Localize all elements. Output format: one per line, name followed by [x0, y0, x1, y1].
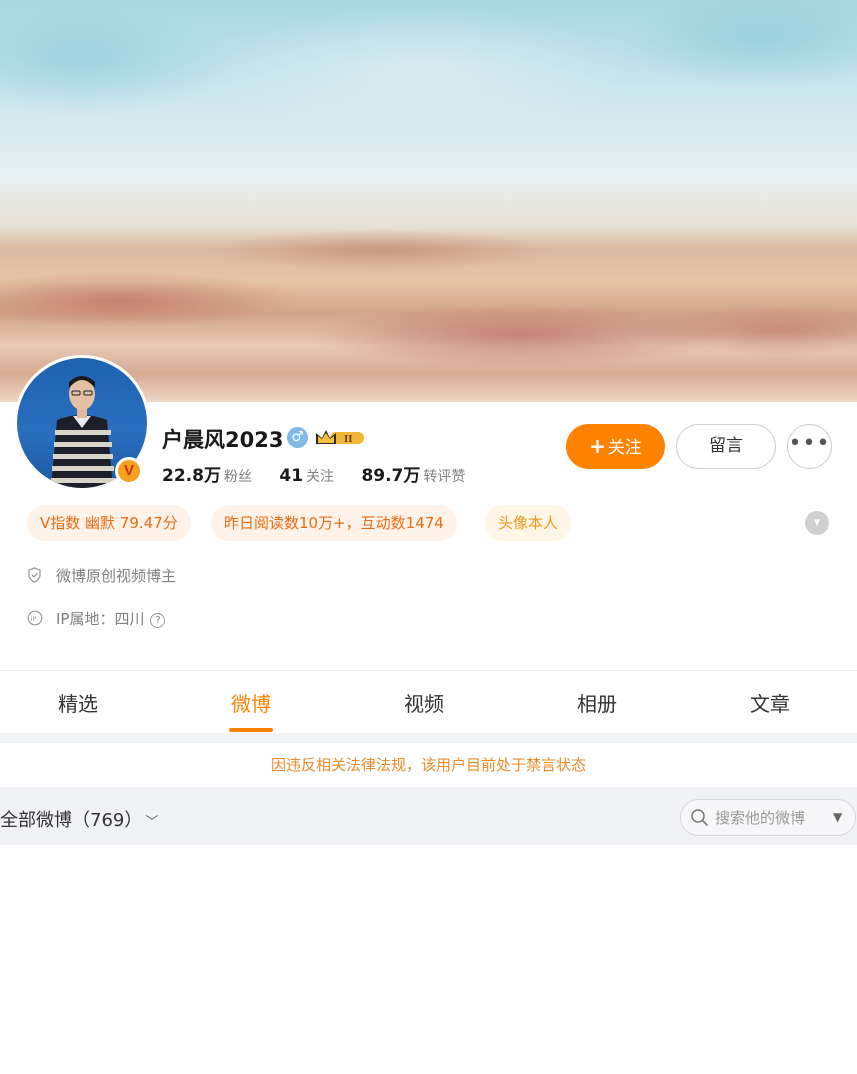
svg-text:IP: IP	[30, 614, 36, 622]
creator-text: 微博原创视频博主	[56, 567, 177, 585]
tabs-divider	[0, 670, 857, 671]
follow-button[interactable]: + 关注	[566, 424, 665, 469]
fans-label: 粉丝	[223, 469, 252, 485]
following-count[interactable]: 41	[279, 466, 303, 486]
tab-weibo[interactable]: 微博	[211, 688, 291, 717]
message-button[interactable]: 留言	[676, 424, 776, 469]
fans-count[interactable]: 22.8万	[162, 466, 221, 486]
search-box[interactable]: ▼	[680, 799, 856, 836]
search-icon	[690, 808, 709, 831]
reposts-likes-label: 转评赞	[423, 469, 466, 485]
active-tab-indicator	[229, 728, 273, 732]
chevron-down-icon: ﹀	[145, 815, 159, 830]
male-gender-icon: ♂	[287, 427, 308, 448]
reposts-likes-count: 89.7万	[361, 466, 421, 486]
ip-info: IP IP属地：四川?	[26, 608, 166, 630]
avatar-verified-tag[interactable]: 头像本人	[485, 505, 572, 541]
verified-badge-icon: V	[115, 457, 143, 485]
feed-filter-label: 全部微博（769）	[0, 810, 134, 831]
follow-button-label: 关注	[607, 438, 642, 458]
more-dots-icon[interactable]: •••	[787, 424, 832, 469]
following-label: 关注	[306, 469, 335, 485]
search-scope-caret-icon[interactable]: ▼	[833, 810, 842, 824]
crown-vip-icon[interactable]: II	[314, 428, 366, 452]
cover-sky	[0, 0, 857, 230]
v-index-tag[interactable]: V指数 幽默 79.47分	[27, 505, 191, 541]
ip-text: IP属地：四川	[56, 610, 145, 628]
ip-location-icon: IP	[26, 610, 43, 630]
muted-notice: 因违反相关法律法规，该用户目前处于禁言状态	[0, 743, 857, 787]
plus-icon: +	[589, 434, 606, 458]
reading-stats-tag[interactable]: 昨日阅读数10万+，互动数1474	[211, 505, 457, 541]
shield-icon	[26, 566, 43, 587]
svg-text:II: II	[344, 435, 352, 445]
creator-info: 微博原创视频博主	[26, 565, 176, 587]
feed-filter-dropdown[interactable]: 全部微博（769） ﹀	[0, 806, 158, 832]
profile-name: 户晨风2023	[162, 428, 284, 452]
section-divider	[0, 733, 857, 743]
search-input[interactable]	[715, 807, 827, 829]
tab-videos[interactable]: 视频	[384, 688, 464, 717]
profile-stats: 22.8万 粉丝 41 关注 89.7万 转评赞	[162, 461, 487, 486]
help-icon[interactable]: ?	[150, 613, 166, 628]
tab-articles[interactable]: 文章	[730, 688, 810, 717]
profile-cover-image	[0, 0, 857, 402]
tab-featured[interactable]: 精选	[38, 688, 118, 717]
chevron-down-icon[interactable]: ▾	[805, 511, 829, 535]
tab-albums[interactable]: 相册	[557, 688, 637, 717]
